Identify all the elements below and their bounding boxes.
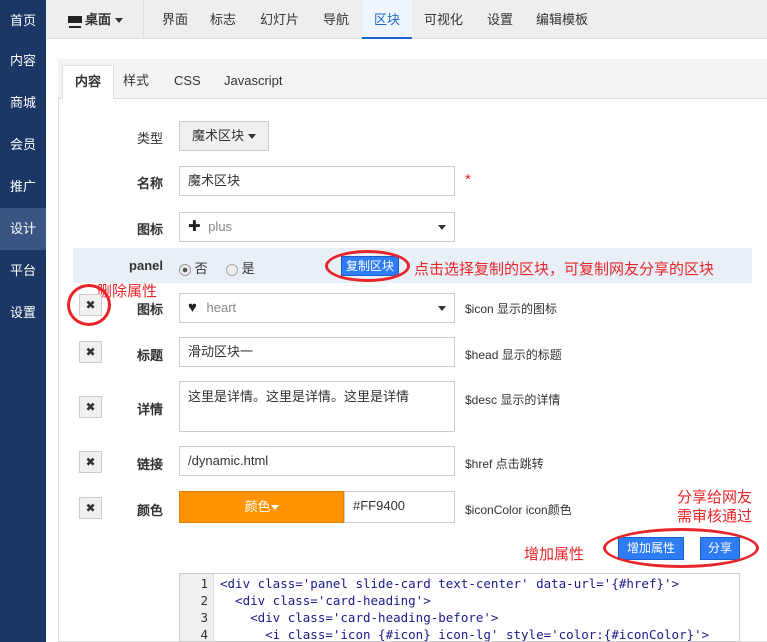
attr-title-input[interactable]: 滑动区块一 [179,337,455,367]
sidebar-item-shop[interactable]: 商城 [0,82,46,124]
close-icon: ✖ [85,345,96,359]
top-nav: 桌面 界面 标志 幻灯片 导航 区块 可视化 设置 编辑模板 [46,0,767,39]
delete-attr-button[interactable]: ✖ [79,396,102,418]
tab-content[interactable]: 内容 [62,65,115,99]
attr-icon-value: heart [206,300,237,315]
chevron-down-icon [270,505,279,511]
delete-attr-button[interactable]: ✖ [79,451,102,473]
sidebar-item-promote[interactable]: 推广 [0,166,46,208]
attr-label: 图标 [136,302,163,317]
annotation-share-line: 需审核通过 [677,508,753,525]
type-dropdown[interactable]: 魔术区块 [179,121,269,151]
sidebar-item-settings[interactable]: 设置 [0,292,46,334]
sidebar-item-home[interactable]: 首页 [0,0,46,42]
option-label: 是 [241,261,255,276]
type-label: 类型 [136,131,163,146]
chevron-down-icon [247,134,256,140]
nav-settings[interactable]: 设置 [487,0,513,39]
panel-option-yes[interactable]: 是 [226,258,255,277]
line-number: 2 [200,593,208,608]
sidebar-item-members[interactable]: 会员 [0,124,46,166]
nav-slides[interactable]: 幻灯片 [260,0,299,39]
code-line: <div class='panel slide-card text-center… [220,576,680,591]
name-label: 名称 [136,176,163,191]
radio-checked-icon [179,263,191,276]
annotation-copy: 点击选择复制的区块，可复制网友分享的区块 [414,261,715,278]
attr-desc: $iconColor icon颜色 [465,503,572,517]
device-dropdown[interactable]: 桌面 [68,0,143,39]
icon-select[interactable]: ✚ plus [179,212,455,242]
icon-label: 图标 [136,222,163,237]
annotation-circle [603,528,759,568]
attr-label: 链接 [136,457,163,472]
attr-desc: $head 显示的标题 [465,348,562,362]
attr-label: 颜色 [136,503,163,518]
close-icon: ✖ [85,455,96,469]
heart-icon: ♥ [188,299,197,316]
sidebar-item-platform[interactable]: 平台 [0,250,46,292]
nav-logo[interactable]: 标志 [210,0,236,39]
sidebar-item-design[interactable]: 设计 [0,208,46,250]
line-number: 3 [200,610,208,625]
annotation-circle [325,250,410,282]
code-editor[interactable]: 1 2 3 4 <div class='panel slide-card tex… [179,573,740,642]
annotation-share: 分享给网友需审核通过 [677,488,752,526]
sidebar-item-content[interactable]: 内容 [0,40,46,82]
panel-option-no[interactable]: 否 [179,258,208,277]
name-input[interactable]: 魔术区块 [179,166,455,196]
color-picker-button[interactable]: 颜色 [179,491,344,523]
tab-bar: 内容 样式 CSS Javascript [58,59,767,99]
device-label: 桌面 [85,12,112,27]
radio-icon [226,263,238,276]
attr-detail-textarea[interactable]: 这里是详情。这里是详情。这里是详情 [179,381,455,432]
desktop-icon [68,15,82,26]
line-number: 4 [200,627,208,642]
tab-javascript[interactable]: Javascript [224,65,283,99]
tab-style[interactable]: 样式 [123,65,149,99]
panel-label: panel [129,258,163,273]
nav-interface[interactable]: 界面 [162,0,188,39]
nav-visualize[interactable]: 可视化 [424,0,463,39]
divider [143,0,144,39]
chevron-down-icon [438,306,446,311]
option-label: 否 [194,261,208,276]
tab-css[interactable]: CSS [174,65,201,99]
sidebar: 首页 内容 商城 会员 推广 设计 平台 设置 [0,0,46,642]
chevron-down-icon [114,18,123,24]
attr-desc: $href 点击跳转 [465,457,544,471]
attr-label: 标题 [136,348,163,363]
attr-icon-select[interactable]: ♥ heart [179,293,455,323]
attr-desc: $icon 显示的图标 [465,302,558,316]
close-icon: ✖ [85,501,96,515]
delete-attr-button[interactable]: ✖ [79,497,102,519]
type-value: 魔术区块 [192,128,245,143]
nav-navigation[interactable]: 导航 [323,0,349,39]
annotation-add: 增加属性 [524,546,585,563]
color-button-label: 颜色 [244,499,271,514]
code-line: <div class='card-heading'> [220,593,431,608]
annotation-share-line: 分享给网友 [677,489,753,506]
close-icon: ✖ [85,400,96,414]
icon-value: plus [208,219,233,234]
attr-desc: $desc 显示的详情 [465,393,561,407]
chevron-down-icon [438,225,446,230]
nav-blocks[interactable]: 区块 [362,0,413,39]
required-mark: * [465,171,471,188]
nav-edit-template[interactable]: 编辑模板 [536,0,588,39]
color-value-input[interactable]: #FF9400 [344,491,455,523]
delete-attr-button[interactable]: ✖ [79,341,102,363]
plus-icon: ✚ [188,218,201,235]
attr-label: 详情 [136,402,163,417]
attr-link-input[interactable]: /dynamic.html [179,446,455,476]
code-line: <i class='icon {#icon} icon-lg' style='c… [220,627,710,642]
line-number: 1 [200,576,208,591]
code-line: <div class='card-heading-before'> [220,610,499,625]
